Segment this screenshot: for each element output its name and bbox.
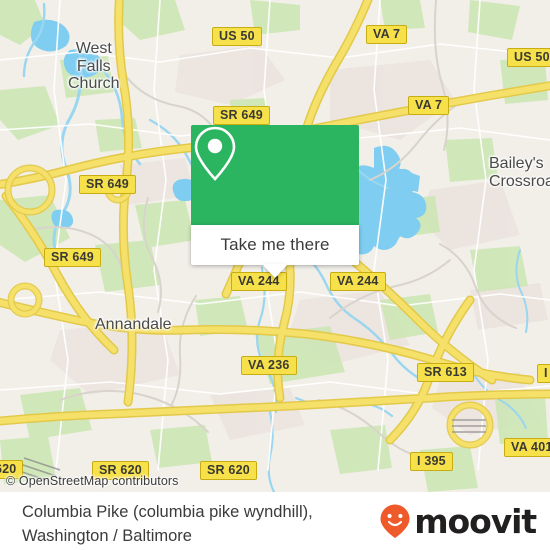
road-shield-sr-649-top[interactable]: SR 649 [213, 106, 270, 125]
road-shield-sr-613[interactable]: SR 613 [417, 363, 474, 382]
popup-header [191, 125, 359, 225]
take-me-there-label: Take me there [220, 235, 330, 254]
moovit-pin-smiley-icon [380, 504, 410, 538]
footer-bar: Columbia Pike (columbia pike wyndhill), … [0, 492, 550, 550]
moovit-wordmark: moovit [414, 501, 537, 541]
map-pin-icon [194, 126, 236, 181]
road-shield-va-244-east[interactable]: VA 244 [330, 272, 386, 291]
popup-action-bar[interactable]: Take me there [191, 225, 359, 278]
road-shield-interstate-clipped[interactable]: I [537, 364, 550, 383]
map-canvas[interactable]: .wtr{fill:#7fcdf0} .prk{fill:#cfe7b8} .b… [0, 0, 550, 492]
location-popup[interactable]: Take me there [191, 125, 359, 278]
road-shield-sr-649-west[interactable]: SR 649 [79, 175, 136, 194]
road-shield-va-401[interactable]: VA 401 [504, 438, 550, 457]
moovit-logo[interactable]: moovit [378, 501, 537, 541]
road-shield-va-7-mid[interactable]: VA 7 [408, 96, 450, 115]
road-shield-us-50-north[interactable]: US 50 [212, 27, 262, 46]
road-shield-sr-649-southwest[interactable]: SR 649 [44, 248, 101, 267]
location-title: Columbia Pike (columbia pike wyndhill), … [22, 503, 313, 545]
road-shield-us-50-east[interactable]: US 50 [507, 48, 550, 67]
road-shield-va-236[interactable]: VA 236 [241, 356, 297, 375]
place-label-baileys-crossroads: Bailey's Crossroads [489, 155, 550, 190]
road-shield-sr-620-right[interactable]: SR 620 [200, 461, 257, 480]
road-shield-va-7-north[interactable]: VA 7 [366, 25, 408, 44]
road-shield-i-395[interactable]: I 395 [410, 452, 453, 471]
screenshot-root: .wtr{fill:#7fcdf0} .prk{fill:#cfe7b8} .b… [0, 0, 550, 550]
osm-attribution[interactable]: © OpenStreetMap contributors [6, 474, 179, 488]
place-label-annandale: Annandale [95, 316, 172, 333]
place-label-west-falls-church: West Falls Church [68, 40, 120, 92]
popup-tail [262, 264, 288, 278]
